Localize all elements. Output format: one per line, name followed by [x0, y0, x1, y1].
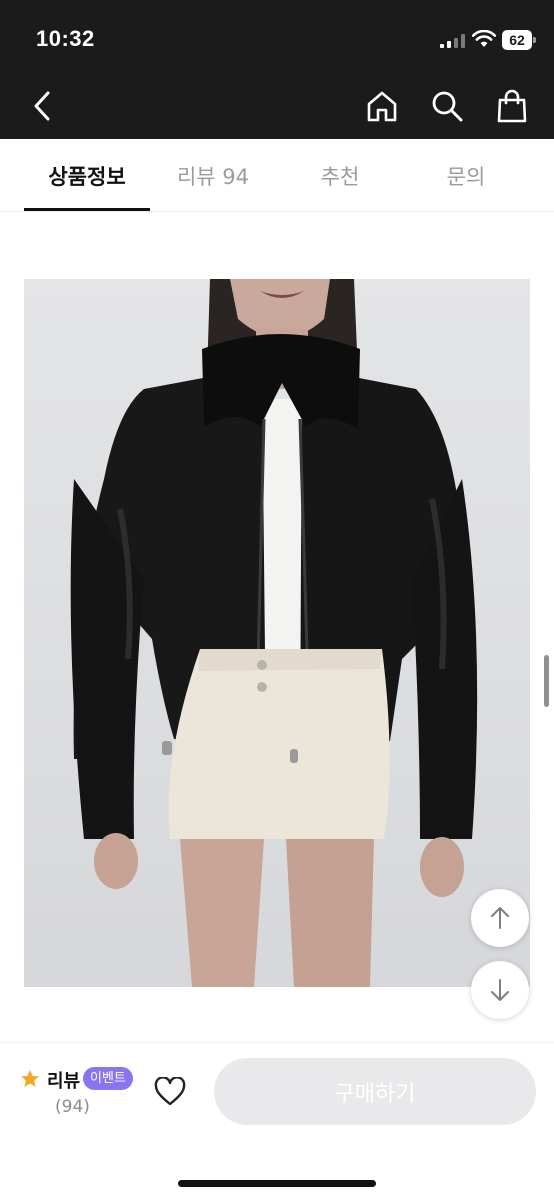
product-photo-illustration: [70, 279, 478, 987]
tab-inquiry[interactable]: 문의: [403, 139, 529, 212]
scroll-to-bottom-button[interactable]: [471, 961, 529, 1019]
tab-product-info[interactable]: 상품정보: [24, 139, 150, 212]
scroll-to-top-button[interactable]: [471, 889, 529, 947]
wifi-icon: [472, 30, 496, 47]
app-header: 10:32 62: [0, 0, 554, 139]
tab-reviews[interactable]: 리뷰 94: [150, 139, 276, 212]
tab-recommend[interactable]: 추천: [277, 139, 403, 212]
product-photo: [24, 279, 530, 987]
review-count: (94): [55, 1097, 90, 1117]
review-label[interactable]: 리뷰: [47, 1067, 80, 1093]
active-tab-indicator: [24, 208, 150, 211]
battery-tip: [533, 37, 536, 43]
wishlist-button[interactable]: [152, 1075, 188, 1109]
search-icon: [432, 91, 463, 122]
shopping-bag-icon: [497, 89, 527, 123]
arrow-up-icon: [491, 907, 509, 929]
product-detail-page: 10:32 62 상품정보 리뷰 94 추천 문의 리뷰 이벤트 (94) 구매…: [0, 0, 554, 1200]
chevron-left-icon: [34, 91, 50, 121]
battery-level: 62: [502, 30, 532, 50]
back-button[interactable]: [24, 88, 60, 124]
battery-indicator: 62: [502, 30, 536, 50]
star-icon: [21, 1070, 39, 1087]
heart-icon: [154, 1077, 186, 1106]
home-icon: [367, 91, 397, 122]
cellular-signal-icon: [440, 34, 465, 48]
search-button[interactable]: [429, 88, 465, 124]
scrollbar-thumb[interactable]: [544, 655, 549, 707]
event-badge: 이벤트: [83, 1067, 133, 1090]
product-tabs: 상품정보 리뷰 94 추천 문의: [0, 139, 554, 212]
purchase-bar: 리뷰 이벤트 (94) 구매하기: [0, 1042, 554, 1200]
cart-button[interactable]: [494, 88, 530, 124]
home-button[interactable]: [364, 88, 400, 124]
home-indicator: [178, 1180, 376, 1187]
status-time: 10:32: [36, 26, 95, 51]
buy-button[interactable]: 구매하기: [214, 1058, 536, 1125]
arrow-down-icon: [491, 979, 509, 1001]
